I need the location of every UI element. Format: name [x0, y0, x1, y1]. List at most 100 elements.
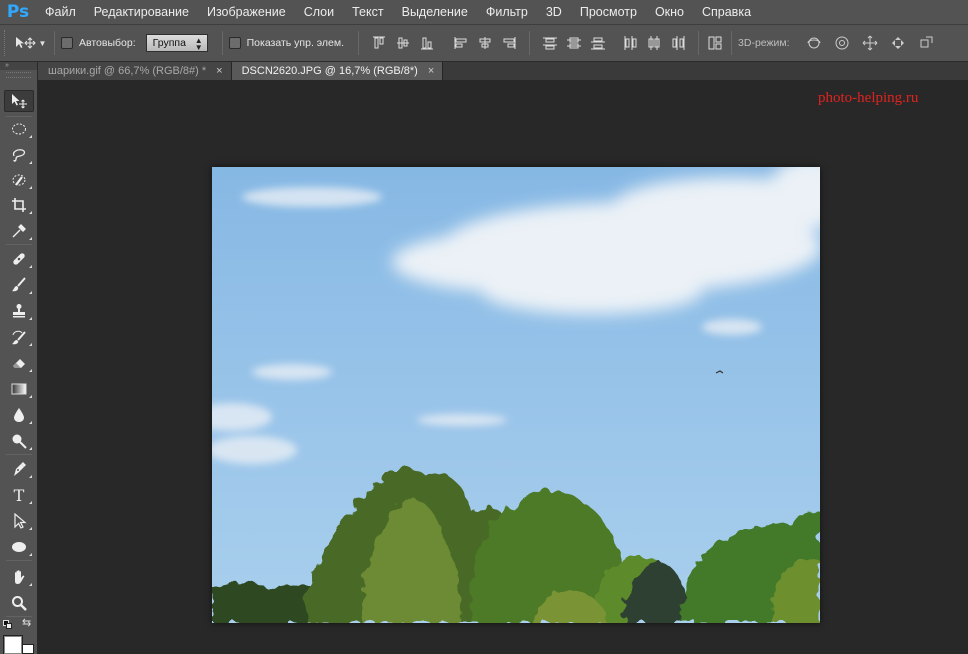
distribute-bottom-edges-button[interactable]: [588, 33, 608, 53]
drag-3d-icon: [862, 35, 877, 51]
menu-layer[interactable]: Слои: [295, 0, 343, 24]
eyedropper-icon: [12, 224, 26, 238]
align-right-edges-button[interactable]: [499, 33, 519, 53]
tools-divider: [6, 560, 32, 561]
align-left-edges-button[interactable]: [451, 33, 471, 53]
hand-tool-button[interactable]: [4, 566, 34, 588]
eyedropper-tool-button[interactable]: [4, 220, 34, 242]
eraser-icon: [13, 359, 25, 368]
scale-3d-button[interactable]: [916, 33, 936, 53]
spot-healing-brush-tool-button[interactable]: [4, 248, 34, 270]
distribute-right-edges-button[interactable]: [668, 33, 688, 53]
distribute-vcenter-icon: [567, 37, 582, 49]
crop-icon: [12, 198, 26, 212]
divider: [358, 31, 360, 55]
auto-select-target-value: Группа: [152, 37, 186, 49]
type-icon: T: [13, 485, 25, 505]
zoom-tool-button[interactable]: [4, 592, 34, 614]
close-icon[interactable]: ×: [428, 65, 434, 77]
align-horizontal-centers-button[interactable]: [475, 33, 495, 53]
elliptical-marquee-tool-button[interactable]: [4, 118, 34, 140]
options-bar-grip[interactable]: [4, 30, 12, 56]
menu-type[interactable]: Текст: [343, 0, 392, 24]
elliptical-marquee-icon: [12, 123, 26, 135]
menu-bar: Ps Файл Редактирование Изображение Слои …: [0, 0, 968, 24]
align-horizontal-group: [451, 33, 519, 53]
distribute-top-edges-button[interactable]: [540, 33, 560, 53]
move-tool-button[interactable]: [4, 90, 34, 112]
hand-icon: [15, 570, 25, 584]
document-tab-label: DSCN2620.JPG @ 16,7% (RGB/8*): [241, 65, 418, 77]
document-tab-bar: шарики.gif @ 66,7% (RGB/8#) * × DSCN2620…: [38, 62, 968, 80]
align-bottom-edges-button[interactable]: [417, 33, 437, 53]
foreground-color-swatch[interactable]: [3, 635, 23, 654]
pen-tool-button[interactable]: [4, 458, 34, 480]
crop-tool-button[interactable]: [4, 194, 34, 216]
menu-view[interactable]: Просмотр: [571, 0, 646, 24]
tools-divider: [6, 454, 32, 455]
distribute-vertical-centers-button[interactable]: [564, 33, 584, 53]
auto-align-icon: [708, 36, 722, 50]
align-top-edges-button[interactable]: [369, 33, 389, 53]
tools-divider: [6, 244, 32, 245]
auto-select-target-dropdown[interactable]: Группа ▲ ▼: [145, 34, 208, 52]
slide-3d-button[interactable]: [888, 33, 908, 53]
gradient-tool-button[interactable]: [4, 378, 34, 400]
roll-3d-icon: [835, 36, 849, 50]
align-left-icon: [454, 37, 467, 49]
watermark-text: photo-helping.ru: [818, 90, 919, 106]
history-brush-tool-button[interactable]: [4, 326, 34, 348]
distribute-left-edges-button[interactable]: [620, 33, 640, 53]
tools-panel-grip[interactable]: [6, 72, 31, 78]
default-colors-icon[interactable]: [3, 620, 13, 630]
auto-select-checkbox[interactable]: [61, 37, 73, 49]
menu-help[interactable]: Справка: [693, 0, 760, 24]
tool-preset-picker[interactable]: ▼: [12, 30, 48, 56]
menu-file[interactable]: Файл: [36, 0, 85, 24]
distribute-vertical-group: [540, 33, 608, 53]
lasso-tool-button[interactable]: [4, 144, 34, 166]
divider: [529, 31, 531, 55]
menu-window[interactable]: Окно: [646, 0, 693, 24]
quick-selection-tool-button[interactable]: [4, 169, 34, 191]
distribute-horizontal-centers-button[interactable]: [644, 33, 664, 53]
sky-with-trees-photo: [212, 167, 820, 623]
rotate-3d-button[interactable]: [804, 33, 824, 53]
document-tab[interactable]: шарики.gif @ 66,7% (RGB/8#) * ×: [38, 62, 232, 80]
scale-3d-icon: [920, 36, 933, 48]
brush-tool-button[interactable]: [4, 274, 34, 296]
type-tool-button[interactable]: T: [4, 484, 34, 506]
tools-panel-collapse-icon[interactable]: »: [0, 62, 37, 70]
blur-tool-button[interactable]: [4, 404, 34, 426]
document-canvas-image[interactable]: [212, 167, 820, 623]
menu-image[interactable]: Изображение: [198, 0, 295, 24]
menu-edit[interactable]: Редактирование: [85, 0, 198, 24]
auto-align-layers-button[interactable]: [705, 33, 725, 53]
dodge-tool-button[interactable]: [4, 430, 34, 452]
tools-divider: [6, 116, 32, 117]
align-top-icon: [373, 36, 386, 49]
align-vertical-centers-button[interactable]: [393, 33, 413, 53]
stamp-icon: [13, 304, 25, 318]
swap-colors-icon[interactable]: ⇆: [22, 616, 31, 629]
ellipse-tool-button[interactable]: [4, 536, 34, 558]
menu-filter[interactable]: Фильтр: [477, 0, 537, 24]
document-tab-active[interactable]: DSCN2620.JPG @ 16,7% (RGB/8*) ×: [231, 62, 444, 80]
quick-selection-icon: [12, 174, 26, 186]
move-tool-icon: [15, 37, 36, 49]
close-icon[interactable]: ×: [216, 65, 222, 77]
divider: [221, 31, 223, 55]
path-selection-tool-button[interactable]: [4, 510, 34, 532]
menu-select[interactable]: Выделение: [393, 0, 477, 24]
show-transform-controls-label: Показать упр. элем.: [246, 37, 345, 49]
eraser-tool-button[interactable]: [4, 352, 34, 374]
menu-3d[interactable]: 3D: [537, 0, 571, 24]
pen-icon: [14, 462, 26, 476]
path-selection-icon: [14, 513, 27, 529]
show-transform-controls-checkbox[interactable]: [228, 37, 241, 49]
zoom-icon: [12, 596, 27, 611]
clone-stamp-tool-button[interactable]: [4, 300, 34, 322]
roll-3d-button[interactable]: [832, 33, 852, 53]
brush-icon: [12, 277, 26, 292]
drag-3d-button[interactable]: [860, 33, 880, 53]
